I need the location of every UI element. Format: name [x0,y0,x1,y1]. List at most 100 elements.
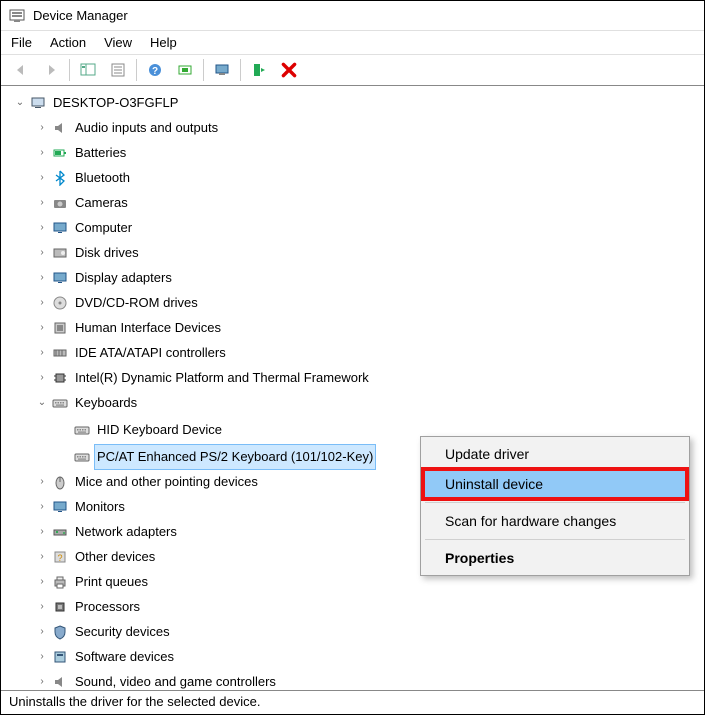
tree-item[interactable]: › Computer [33,216,136,240]
caret-icon[interactable]: › [35,267,49,289]
context-uninstall-device[interactable]: Uninstall device [423,469,687,499]
caret-icon[interactable]: ⌄ [35,392,49,414]
tree-item[interactable]: ›IDE ATA/ATAPI controllers [33,341,230,365]
tree-item[interactable]: ›Sound, video and game controllers [33,670,280,690]
printer-icon [51,574,69,590]
tree-item[interactable]: ›Cameras [33,191,132,215]
context-scan-hardware[interactable]: Scan for hardware changes [423,506,687,536]
back-button[interactable] [7,58,35,82]
forward-button[interactable] [37,58,65,82]
keyboard-icon [51,395,69,411]
tree-item[interactable]: › Print queues [33,570,152,594]
computer-icon [29,95,47,111]
tree-item[interactable]: ⌄Keyboards [33,391,141,415]
tree-item-label: Monitors [73,495,127,519]
menu-view[interactable]: View [104,35,132,50]
tree-item[interactable]: › Batteries [33,141,130,165]
statusbar: Uninstalls the driver for the selected d… [1,690,704,714]
context-update-driver[interactable]: Update driver [423,439,687,469]
disc-icon [51,295,69,311]
hid-icon [51,320,69,336]
caret-icon[interactable]: › [35,621,49,643]
keyboard-icon [73,422,91,438]
toolbar-separator [136,59,137,81]
tree-item[interactable]: › Intel(R) Dynamic Platform and Thermal F… [33,366,373,390]
toolbar: ? [1,55,704,86]
caret-icon[interactable]: › [35,192,49,214]
device-tree-container[interactable]: ⌄ DESKTOP-O3FGFLP›Audio inputs and output… [1,86,704,690]
tree-item[interactable]: HID Keyboard Device [55,418,226,442]
tree-item-label: Print queues [73,570,150,594]
caret-icon[interactable]: › [35,471,49,493]
tree-item[interactable]: › Mice and other pointing devices [33,470,262,494]
update-driver-button[interactable] [208,58,236,82]
tree-item[interactable]: ›Network adapters [33,520,181,544]
camera-icon [51,195,69,211]
tree-item-label: Bluetooth [73,166,132,190]
menu-file[interactable]: File [11,35,32,50]
device-tree[interactable]: ⌄ DESKTOP-O3FGFLP›Audio inputs and output… [1,90,704,690]
caret-icon[interactable]: › [35,317,49,339]
menu-action[interactable]: Action [50,35,86,50]
caret-icon[interactable]: › [35,521,49,543]
tree-item[interactable]: › Bluetooth [33,166,134,190]
menu-help[interactable]: Help [150,35,177,50]
caret-icon[interactable]: › [35,367,49,389]
tree-item-label: Other devices [73,545,157,569]
caret-icon[interactable]: › [35,217,49,239]
caret-icon[interactable]: › [35,571,49,593]
tree-item-label: Disk drives [73,241,141,265]
tree-item[interactable]: › Disk drives [33,241,143,265]
tree-item-label: Batteries [73,141,128,165]
caret-icon[interactable]: › [35,292,49,314]
caret-icon[interactable]: › [35,646,49,668]
tree-item-label: HID Keyboard Device [95,418,224,442]
network-icon [51,524,69,540]
tree-item[interactable]: › Monitors [33,495,129,519]
window-title: Device Manager [33,8,128,23]
tree-item-label: Intel(R) Dynamic Platform and Thermal Fr… [73,366,371,390]
show-hide-console-button[interactable] [74,58,102,82]
toolbar-separator [203,59,204,81]
speaker-icon [51,120,69,136]
tree-item[interactable]: ›Software devices [33,645,178,669]
tree-item-label: Mice and other pointing devices [73,470,260,494]
tree-item[interactable]: ›Security devices [33,620,174,644]
tree-item[interactable]: ›Human Interface Devices [33,316,225,340]
tree-item-label: Display adapters [73,266,174,290]
tree-item[interactable]: › Display adapters [33,266,176,290]
tree-item[interactable]: PC/AT Enhanced PS/2 Keyboard (101/102-Ke… [55,445,377,469]
tree-item-label: DVD/CD-ROM drives [73,291,200,315]
context-properties[interactable]: Properties [423,543,687,573]
scan-hardware-button[interactable] [171,58,199,82]
caret-icon[interactable]: › [35,117,49,139]
caret-icon[interactable]: › [35,596,49,618]
keyboard-icon [73,449,91,465]
tree-root-label: DESKTOP-O3FGFLP [51,91,180,115]
caret-icon[interactable]: › [35,167,49,189]
tree-item[interactable]: › DVD/CD-ROM drives [33,291,202,315]
enable-device-button[interactable] [245,58,273,82]
tree-item-label: Processors [73,595,142,619]
mouse-icon [51,474,69,490]
tree-item-label: Computer [73,216,134,240]
tree-item[interactable]: ›?Other devices [33,545,159,569]
caret-icon[interactable]: › [35,342,49,364]
tree-item[interactable]: › Processors [33,595,144,619]
caret-icon[interactable]: ⌄ [13,92,27,114]
caret-icon[interactable]: › [35,496,49,518]
other-icon: ? [51,549,69,565]
help-button[interactable]: ? [141,58,169,82]
context-separator [425,502,685,503]
caret-icon[interactable]: › [35,142,49,164]
properties-button[interactable] [104,58,132,82]
tree-item[interactable]: ›Audio inputs and outputs [33,116,222,140]
ide-icon [51,345,69,361]
tree-root-node[interactable]: ⌄ DESKTOP-O3FGFLP [11,91,182,115]
titlebar: Device Manager [1,1,704,31]
caret-icon[interactable]: › [35,671,49,690]
caret-icon[interactable]: › [35,242,49,264]
uninstall-device-button[interactable] [275,58,303,82]
caret-icon[interactable]: › [35,546,49,568]
chip-icon [51,370,69,386]
